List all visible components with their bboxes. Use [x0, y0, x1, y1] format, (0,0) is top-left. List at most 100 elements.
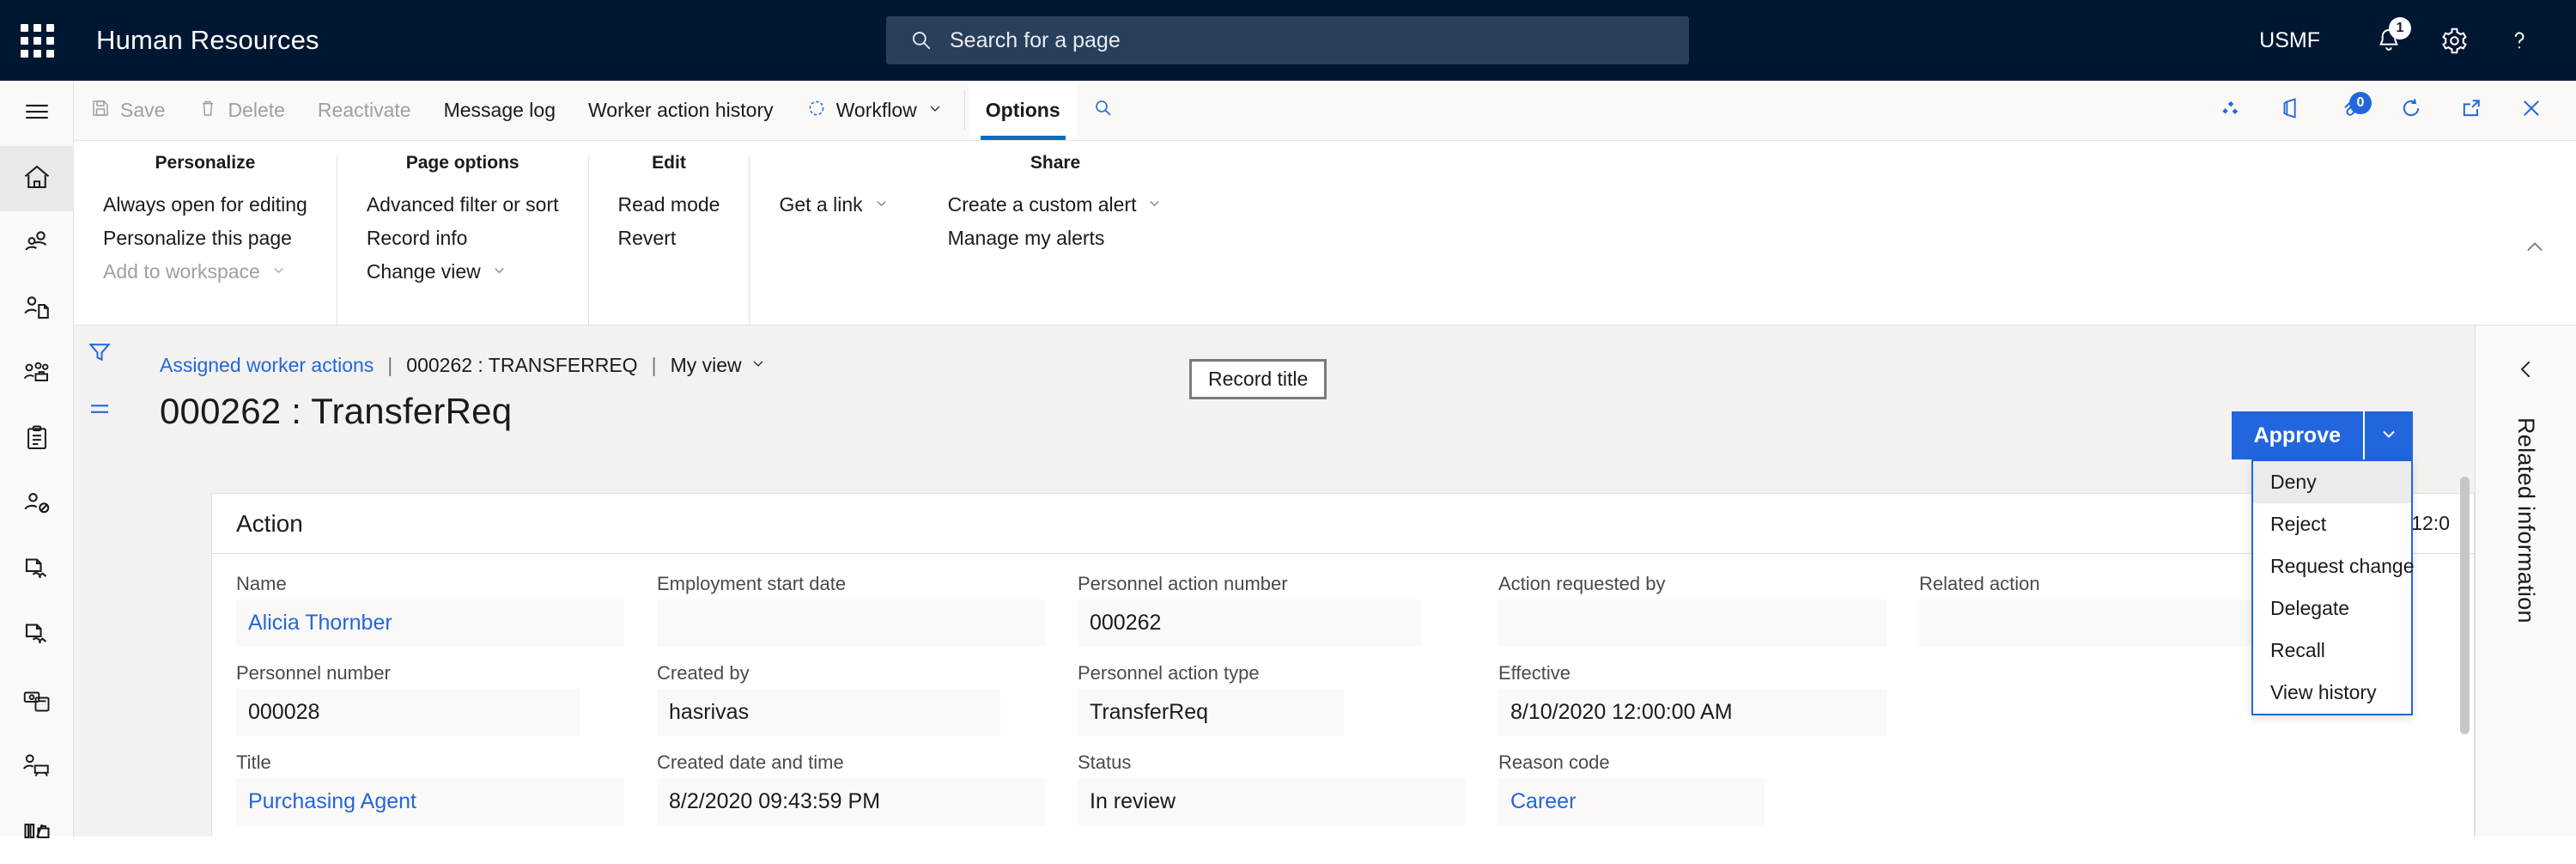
worker-action-history-label: Worker action history [588, 99, 774, 121]
workflow-menu-button[interactable]: Workflow [790, 81, 960, 140]
rail-item-people[interactable] [0, 211, 74, 277]
field-value[interactable]: TransferReq [1078, 689, 1344, 736]
approve-dropdown-toggle[interactable] [2363, 411, 2413, 459]
field-value[interactable]: In review [1078, 778, 1466, 825]
field-value[interactable]: Career [1498, 778, 1765, 825]
worker-action-history-button[interactable]: Worker action history [572, 81, 790, 140]
toolbar-right-icons: 0 [2207, 81, 2576, 140]
rail-item-person-leave[interactable] [0, 472, 74, 538]
reactivate-button[interactable]: Reactivate [301, 81, 428, 140]
item-label: Always open for editing [103, 193, 307, 216]
left-navigation-rail [0, 81, 74, 838]
rail-item-document-handshake[interactable] [0, 538, 74, 603]
field-value[interactable]: Alicia Thornber [236, 599, 624, 647]
chevron-down-icon [491, 260, 507, 283]
field-label: Personnel number [236, 662, 391, 684]
field-reason-code: Reason code Career [1498, 751, 1919, 841]
rail-item-document-handshake-2[interactable] [0, 603, 74, 668]
save-button[interactable]: Save [74, 81, 181, 140]
refresh-icon [2399, 96, 2423, 125]
rail-item-analytics[interactable] [0, 799, 74, 864]
menu-item-recall[interactable]: Recall [2253, 630, 2411, 672]
payroll-calculator-icon [21, 684, 52, 719]
rail-item-team-workforce[interactable] [0, 342, 74, 407]
clipboard-checklist-icon [22, 423, 52, 457]
field-value[interactable] [1919, 599, 2263, 647]
field-value[interactable]: 8/10/2020 12:00:00 AM [1498, 689, 1886, 736]
approve-split-button: Approve Deny Reject Request change Deleg… [2231, 411, 2415, 715]
notifications-button[interactable]: 1 [2356, 0, 2421, 81]
settings-button[interactable] [2421, 0, 2487, 81]
item-label: Revert [617, 227, 677, 249]
read-mode-item[interactable]: Read mode [618, 188, 720, 222]
get-a-link-item[interactable]: Get a link [779, 188, 889, 222]
always-open-for-editing-item[interactable]: Always open for editing [103, 188, 307, 222]
office-apps-button[interactable] [2207, 87, 2255, 135]
search-icon [1093, 98, 1114, 124]
menu-item-reject[interactable]: Reject [2253, 503, 2411, 545]
chevron-up-icon [2523, 242, 2547, 263]
field-value[interactable] [1498, 599, 1886, 647]
top-right-actions: USMF 1 [2259, 0, 2552, 81]
rail-item-person-document[interactable] [0, 277, 74, 342]
item-label: Read mode [617, 193, 720, 216]
app-launcher-button[interactable] [0, 0, 74, 81]
open-in-office-button[interactable] [2267, 87, 2315, 135]
revert-item[interactable]: Revert [618, 222, 720, 255]
personalize-this-page-item[interactable]: Personalize this page [103, 222, 307, 255]
field-label: Created by [657, 662, 750, 684]
filter-button[interactable] [74, 326, 125, 382]
field-value[interactable] [657, 599, 1045, 647]
delete-label: Delete [228, 99, 285, 121]
field-value[interactable]: 8/2/2020 09:43:59 PM [657, 778, 1045, 825]
item-label: Personalize this page [103, 227, 292, 249]
record-info-item[interactable]: Record info [367, 222, 559, 255]
advanced-filter-or-sort-item[interactable]: Advanced filter or sort [367, 188, 559, 222]
menu-item-view-history[interactable]: View history [2253, 672, 2411, 714]
open-in-new-window-button[interactable] [2447, 87, 2495, 135]
workflow-icon [806, 98, 827, 124]
related-panel-collapse-button[interactable] [2513, 356, 2539, 386]
rail-item-clipboard[interactable] [0, 407, 74, 472]
ribbon-group-heading [779, 153, 889, 173]
vertical-scrollbar-thumb[interactable] [2460, 477, 2470, 734]
field-label: Reason code [1498, 751, 1610, 773]
menu-item-deny[interactable]: Deny [2253, 461, 2411, 503]
action-card: Action 8/10/2020 12:0 Name Alicia Thornb… [211, 493, 2475, 837]
related-information-label[interactable]: Related information [2512, 417, 2539, 624]
menu-item-delegate[interactable]: Delegate [2253, 587, 2411, 630]
change-view-item[interactable]: Change view [367, 255, 559, 289]
rail-item-payroll[interactable] [0, 668, 74, 733]
company-selector[interactable]: USMF [2259, 28, 2320, 53]
help-button[interactable] [2487, 0, 2552, 81]
attachments-button[interactable]: 0 [2327, 87, 2375, 135]
ribbon-collapse-button[interactable] [2523, 235, 2547, 264]
page-body: Assigned worker actions | 000262 : TRANS… [125, 326, 2475, 837]
notification-badge: 1 [2389, 17, 2411, 40]
manage-my-alerts-item[interactable]: Manage my alerts [948, 222, 1163, 255]
create-a-custom-alert-item[interactable]: Create a custom alert [948, 188, 1163, 222]
view-selector[interactable]: My view [671, 354, 767, 377]
search-input[interactable]: Search for a page [886, 16, 1689, 64]
toolbar-search-button[interactable] [1077, 81, 1130, 140]
tab-options[interactable]: Options [969, 81, 1077, 140]
field-value[interactable]: 000028 [236, 689, 580, 736]
field-value[interactable]: Purchasing Agent [236, 778, 624, 825]
refresh-button[interactable] [2387, 87, 2435, 135]
field-label: Title [236, 751, 271, 773]
hamburger-menu-button[interactable] [0, 81, 74, 146]
rail-item-training[interactable] [0, 733, 74, 799]
search-icon [910, 29, 933, 52]
top-navigation-bar: Human Resources Search for a page USMF 1 [0, 0, 2576, 81]
message-log-button[interactable]: Message log [428, 81, 572, 140]
add-to-workspace-item[interactable]: Add to workspace [103, 255, 307, 289]
approve-button[interactable]: Approve [2231, 411, 2363, 459]
menu-item-request-change[interactable]: Request change [2253, 545, 2415, 587]
list-view-button[interactable] [74, 382, 125, 439]
field-value[interactable]: hasrivas [657, 689, 1000, 736]
rail-item-home[interactable] [0, 146, 74, 211]
field-value[interactable]: 000262 [1078, 599, 1421, 647]
breadcrumb-link-assigned-worker-actions[interactable]: Assigned worker actions [160, 354, 374, 377]
delete-button[interactable]: Delete [181, 81, 301, 140]
close-button[interactable] [2507, 87, 2555, 135]
